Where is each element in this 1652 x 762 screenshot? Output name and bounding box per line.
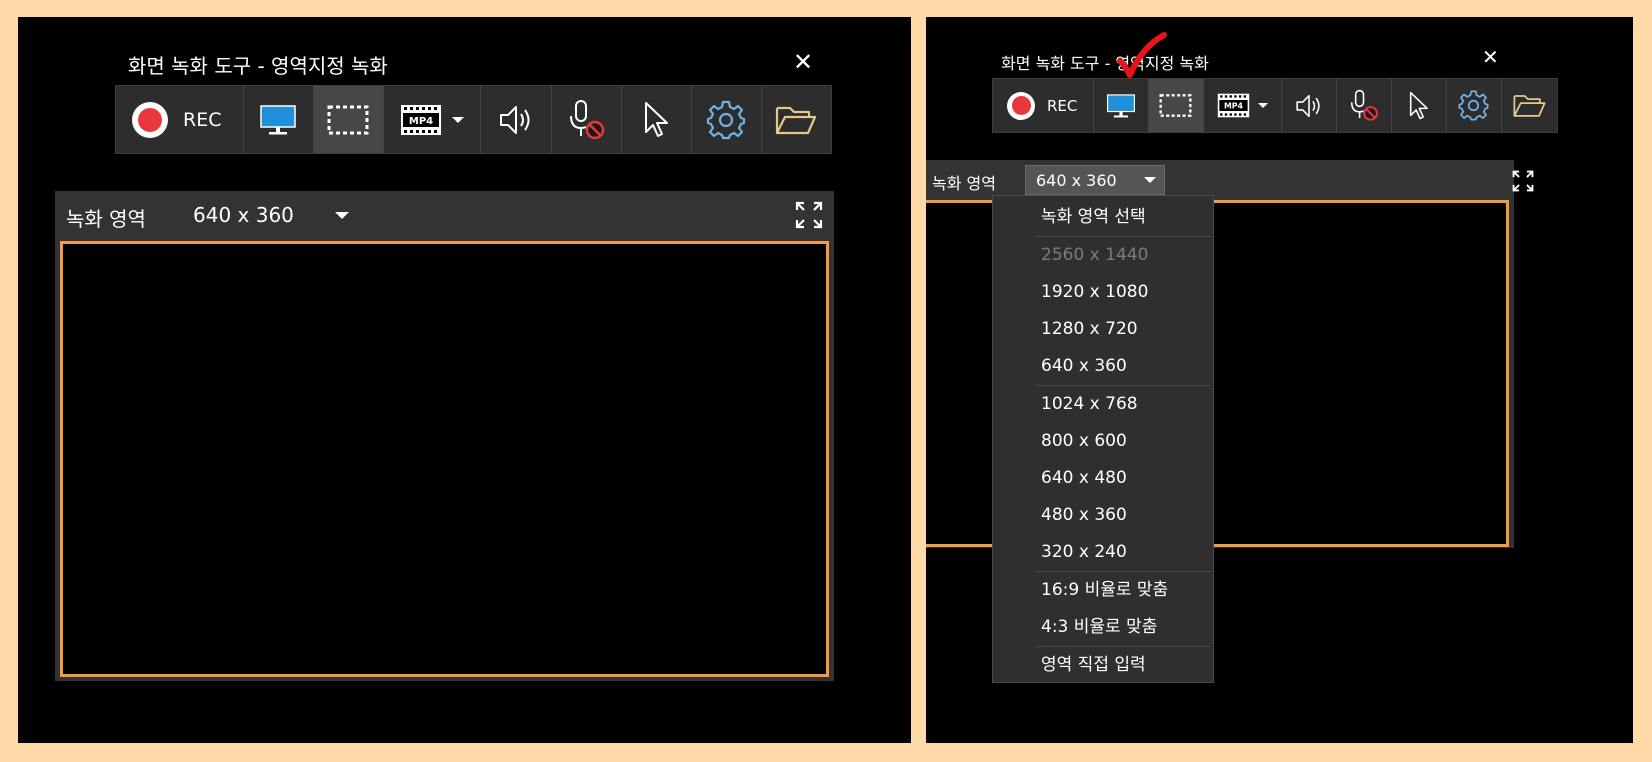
monitor-icon <box>1106 93 1135 117</box>
region-button[interactable] <box>1148 79 1204 132</box>
menu-item-2560x1440: 2560 x 1440 <box>1041 245 1149 265</box>
gear-icon <box>1458 90 1489 121</box>
speaker-button[interactable] <box>1282 79 1337 132</box>
menu-item-640x480[interactable]: 640 x 480 <box>993 460 1213 497</box>
size-dropdown[interactable]: 640 x 360 <box>1025 165 1165 195</box>
menu-item-1024x768[interactable]: 1024 x 768 <box>993 386 1213 423</box>
window-title: 화면 녹화 도구 - 영역지정 녹화 <box>128 54 388 78</box>
cursor-button[interactable] <box>1392 79 1447 132</box>
speaker-icon <box>500 105 530 134</box>
recording-area-panel: 녹화 영역 640 x 360 <box>55 191 834 681</box>
settings-button[interactable] <box>692 86 762 153</box>
cursor-button[interactable] <box>622 86 692 153</box>
folder-open-icon <box>776 106 817 134</box>
gear-icon <box>707 100 746 139</box>
fullscreen-icon[interactable] <box>1512 170 1534 192</box>
svg-text:MP4: MP4 <box>409 116 433 127</box>
monitor-icon <box>260 104 296 134</box>
fullscreen-icon[interactable] <box>795 201 823 229</box>
menu-item-640x360[interactable]: 640 x 360 <box>993 348 1213 385</box>
toolbar: REC MP4 <box>115 85 832 154</box>
format-mp4-button[interactable]: MP4 <box>384 86 482 153</box>
size-dropdown[interactable]: 640 x 360 <box>185 197 355 233</box>
record-icon <box>132 101 168 138</box>
area-label: 녹화 영역 <box>66 207 146 231</box>
recorder-window-left: 화면 녹화 도구 - 영역지정 녹화 ✕ REC MP4 녹화 영역 640 x… <box>18 17 911 743</box>
region-select-icon <box>1159 94 1192 117</box>
menu-item-fit-4-3[interactable]: 4:3 비율로 맞춤 <box>993 609 1213 646</box>
monitor-button[interactable] <box>1094 79 1149 132</box>
svg-text:MP4: MP4 <box>1224 102 1244 111</box>
checkmark-annotation-icon <box>1117 32 1167 78</box>
speaker-button[interactable] <box>481 86 552 153</box>
recording-frame[interactable] <box>60 241 829 677</box>
menu-item-custom-input[interactable]: 영역 직접 입력 <box>993 647 1213 684</box>
monitor-button[interactable] <box>244 86 314 153</box>
mic-muted-button[interactable] <box>552 86 622 153</box>
size-dropdown-menu: 녹화 영역 선택 2560 x 1440 1920 x 1080 1280 x … <box>992 195 1214 683</box>
size-value: 640 x 360 <box>1036 171 1117 190</box>
chevron-down-icon[interactable] <box>452 116 465 123</box>
chevron-down-icon <box>335 212 349 219</box>
settings-button[interactable] <box>1447 79 1502 132</box>
cursor-icon <box>1410 91 1429 119</box>
menu-item-320x240[interactable]: 320 x 240 <box>993 534 1213 571</box>
speaker-icon <box>1295 94 1320 117</box>
folder-button[interactable] <box>1502 79 1557 132</box>
menu-item-select-area[interactable]: 녹화 영역 선택 <box>993 199 1213 236</box>
menu-item-1280x720[interactable]: 1280 x 720 <box>993 311 1213 348</box>
region-button[interactable] <box>313 86 384 153</box>
menu-item-480x360[interactable]: 480 x 360 <box>993 497 1213 534</box>
size-value: 640 x 360 <box>193 203 294 227</box>
mic-muted-icon <box>570 99 605 139</box>
mic-muted-button[interactable] <box>1337 79 1392 132</box>
window-title: 화면 녹화 도구 - 영역지정 녹화 <box>1001 54 1209 73</box>
record-button[interactable]: REC <box>116 86 244 153</box>
menu-item-fit-16-9[interactable]: 16:9 비율로 맞춤 <box>993 572 1213 609</box>
folder-open-icon <box>1513 95 1546 117</box>
recorder-window-right: 화면 녹화 도구 - 영역지정 녹화 ✕ REC MP4 녹화 영역 640 x… <box>926 17 1633 743</box>
format-mp4-button[interactable]: MP4 <box>1204 79 1282 132</box>
record-icon <box>1007 91 1035 120</box>
menu-item-800x600[interactable]: 800 x 600 <box>993 423 1213 460</box>
close-button[interactable]: ✕ <box>793 50 813 74</box>
toolbar: REC MP4 <box>992 78 1558 133</box>
mic-muted-icon <box>1351 89 1379 121</box>
chevron-down-icon[interactable] <box>1257 103 1268 108</box>
cursor-icon <box>645 101 669 137</box>
menu-item-1920x1080[interactable]: 1920 x 1080 <box>993 274 1213 311</box>
close-button[interactable]: ✕ <box>1482 47 1499 67</box>
folder-button[interactable] <box>762 86 831 153</box>
rec-label: REC <box>1047 96 1078 115</box>
mp4-film-icon: MP4 <box>401 104 442 135</box>
mp4-film-icon: MP4 <box>1217 93 1249 118</box>
area-label: 녹화 영역 <box>932 174 996 193</box>
region-select-icon <box>327 105 369 134</box>
rec-label: REC <box>183 108 222 131</box>
record-button[interactable]: REC <box>993 79 1094 132</box>
chevron-down-icon <box>1144 177 1156 183</box>
